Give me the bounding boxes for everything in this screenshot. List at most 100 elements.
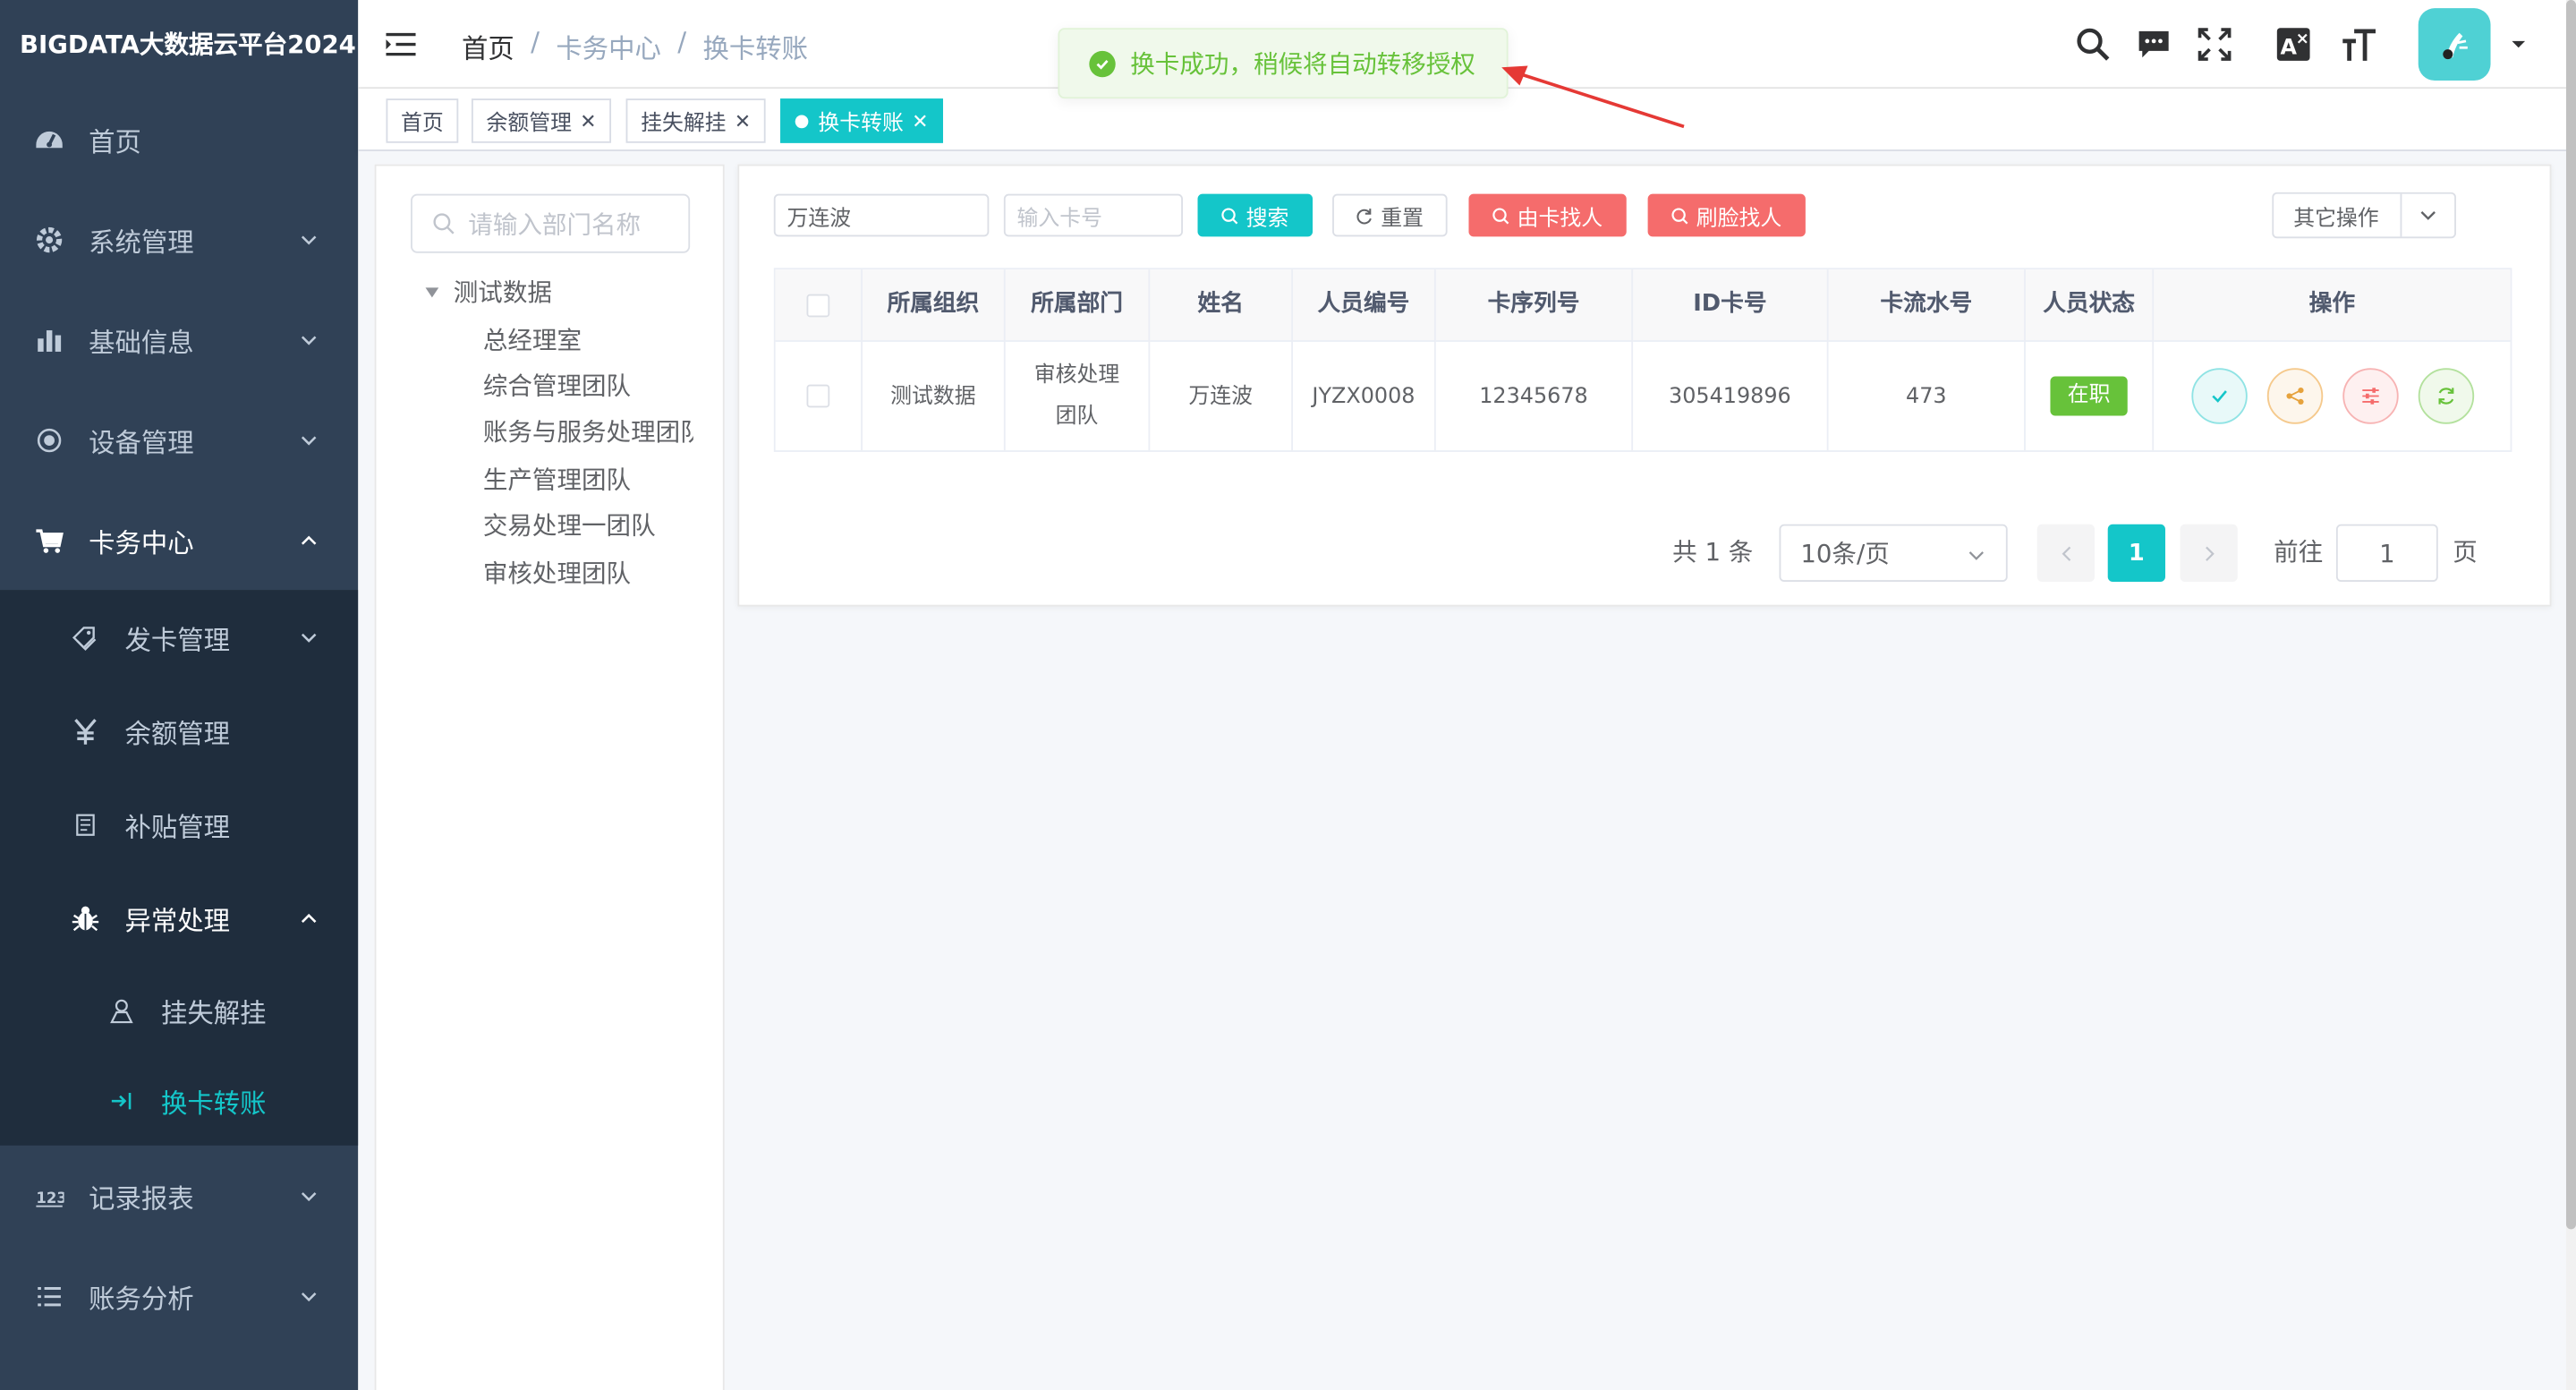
breadcrumb-home[interactable]: 首页	[462, 26, 514, 65]
reset-button[interactable]: 重置	[1332, 193, 1448, 237]
close-icon[interactable]: ✕	[912, 109, 928, 132]
page-scrollbar[interactable]	[2565, 0, 2576, 1390]
sidebar-item-subsidy[interactable]: 补贴管理	[0, 777, 358, 871]
sidebar-item-card-issue[interactable]: 发卡管理	[0, 590, 358, 684]
fullscreen-icon[interactable]	[2195, 25, 2234, 64]
cell-status: 在职	[2025, 340, 2155, 451]
row-select-cell	[775, 340, 863, 451]
column-header: 卡序列号	[1436, 269, 1634, 341]
login-arrow-icon	[106, 1084, 139, 1117]
close-icon[interactable]: ✕	[580, 109, 596, 132]
page-unit-label: 页	[2453, 537, 2478, 567]
page-button-current[interactable]: 1	[2107, 524, 2165, 582]
status-badge: 在职	[2051, 376, 2127, 416]
sidebar-item-balance[interactable]: 余额管理	[0, 684, 358, 778]
hamburger-icon[interactable]	[385, 28, 418, 61]
select-all-checkbox[interactable]	[806, 293, 830, 317]
tag-label: 挂失解挂	[641, 111, 727, 137]
share-button[interactable]	[2266, 368, 2323, 424]
number-icon: 123	[33, 1179, 66, 1212]
chevron-down-icon[interactable]	[2399, 193, 2454, 237]
avatar[interactable]	[2418, 8, 2491, 81]
table-row: 测试数据 审核处理团队 万连波 JYZX0008 12345678 305419…	[775, 340, 2511, 451]
breadcrumb-separator: /	[677, 26, 687, 58]
name-input[interactable]: 万连波	[773, 193, 990, 237]
sidebar-item-system[interactable]: 系统管理	[0, 189, 358, 289]
confirm-button[interactable]	[2190, 368, 2247, 424]
card-number-input[interactable]: 输入卡号	[1003, 193, 1183, 237]
tag-home[interactable]: 首页	[386, 98, 459, 143]
close-icon[interactable]: ✕	[735, 109, 751, 132]
refresh-button[interactable]	[2417, 368, 2474, 424]
tree-node[interactable]: 审核处理团队	[483, 556, 693, 591]
sidebar-item-home[interactable]: 首页	[0, 89, 358, 189]
message-icon[interactable]	[2134, 25, 2173, 64]
caret-down-icon[interactable]	[425, 286, 439, 297]
column-header: 操作	[2308, 290, 2356, 318]
find-by-face-button[interactable]: 刷脸找人	[1647, 193, 1806, 237]
tree-node[interactable]: 账务与服务处理团队	[483, 414, 693, 449]
translate-icon[interactable]: A	[2274, 25, 2313, 64]
chevron-up-icon	[299, 908, 319, 927]
yen-icon	[69, 714, 102, 747]
sidebar-item-label: 记录报表	[89, 1182, 194, 1214]
search-icon	[1672, 207, 1689, 224]
breadcrumb-card-center: 卡务中心	[556, 32, 661, 64]
department-search-input[interactable]: 请输入部门名称	[411, 193, 691, 253]
sidebar-item-basic-info[interactable]: 基础信息	[0, 289, 358, 389]
row-checkbox[interactable]	[806, 384, 830, 408]
tag-loss-report[interactable]: 挂失解挂 ✕	[625, 98, 766, 143]
tree-root-node[interactable]: 测试数据	[425, 275, 552, 310]
sidebar-item-accounting[interactable]: 账务分析	[0, 1246, 358, 1346]
reset-button-label: 重置	[1381, 206, 1424, 231]
gear-icon	[33, 223, 66, 256]
tag-balance[interactable]: 余额管理 ✕	[471, 98, 612, 143]
sidebar-item-device[interactable]: 设备管理	[0, 389, 358, 490]
sidebar-item-reports[interactable]: 123 记录报表	[0, 1146, 358, 1246]
document-icon	[69, 807, 102, 840]
column-header: 姓名	[1150, 269, 1294, 341]
other-operations-dropdown[interactable]: 其它操作	[2272, 192, 2456, 239]
breadcrumb: 首页 / 卡务中心 / 换卡转账	[462, 26, 808, 65]
sidebar-item-card-exchange[interactable]: 换卡转账	[0, 1055, 358, 1146]
tree-node[interactable]: 总经理室	[483, 322, 693, 357]
sidebar-item-loss-report[interactable]: 挂失解挂	[0, 965, 358, 1055]
breadcrumb-current: 换卡转账	[702, 32, 809, 64]
content-area: 请输入部门名称 测试数据 总经理室 综合管理团队 账务与服务处理团队 生产管理团…	[358, 150, 2566, 1390]
sidebar-item-label: 设备管理	[89, 426, 194, 458]
tree-node[interactable]: 生产管理团队	[483, 462, 693, 497]
goto-page-input[interactable]: 1	[2335, 524, 2438, 582]
chevron-right-icon	[2205, 545, 2214, 560]
tag-label: 余额管理	[486, 111, 572, 137]
success-toast: 换卡成功，稍候将自动转移授权	[1058, 28, 1509, 99]
sidebar-item-card-center[interactable]: 卡务中心	[0, 490, 358, 590]
tree-node[interactable]: 综合管理团队	[483, 368, 693, 403]
search-icon	[1493, 207, 1510, 224]
sidebar-item-label: 卡务中心	[89, 526, 194, 559]
chevron-down-icon	[1968, 551, 1984, 560]
sidebar-item-label: 首页	[89, 125, 141, 158]
cell-card-serial: 12345678	[1435, 340, 1634, 451]
find-by-card-button[interactable]: 由卡找人	[1468, 193, 1627, 237]
sidebar-item-exception[interactable]: 异常处理	[0, 871, 358, 965]
next-page-button[interactable]	[2180, 524, 2238, 582]
annotation-arrow-icon	[1501, 65, 1685, 129]
column-header: 所属组织	[863, 269, 1006, 341]
tree-node[interactable]: 交易处理一团队	[483, 507, 693, 542]
svg-text:A: A	[2281, 35, 2298, 60]
card-center-submenu: 发卡管理 余额管理 补贴管理 异常处理 挂失解挂 换卡转账	[0, 590, 359, 1146]
personnel-table: 所属组织 所属部门 姓名 人员编号 卡序列号 ID卡号 卡流水号 人员状态 操作…	[773, 268, 2512, 452]
search-button[interactable]: 搜索	[1197, 193, 1314, 237]
table-header: 所属组织 所属部门 姓名 人员编号 卡序列号 ID卡号 卡流水号 人员状态 操作	[775, 269, 2511, 341]
adjust-button[interactable]	[2342, 368, 2398, 424]
font-size-icon[interactable]	[2340, 25, 2379, 64]
scrollbar-thumb[interactable]	[2565, 0, 2576, 1230]
page-size-select[interactable]: 10条/页	[1779, 524, 2008, 582]
tag-card-exchange[interactable]: 换卡转账 ✕	[780, 98, 944, 143]
cell-emp-no: JYZX0008	[1293, 340, 1436, 451]
sidebar: BIGDATA大数据云平台2024 首页 系统管理 基础信息 设备管理 卡务中心…	[0, 0, 359, 1390]
prev-page-button[interactable]	[2036, 524, 2096, 582]
column-header: 人员状态	[2026, 269, 2155, 341]
caret-down-icon[interactable]	[2511, 36, 2527, 52]
search-icon[interactable]	[2073, 25, 2113, 64]
